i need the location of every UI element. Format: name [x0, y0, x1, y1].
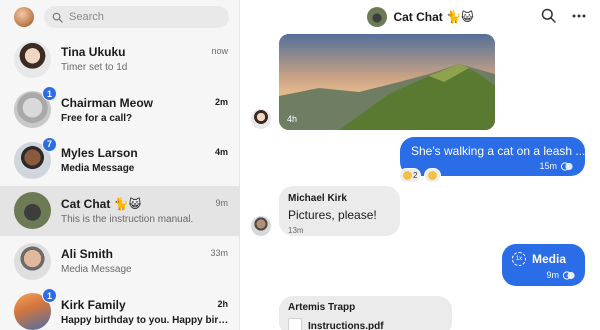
unread-badge: 7: [42, 136, 57, 152]
read-receipt-icon: [561, 161, 573, 171]
photo-message[interactable]: 4h: [279, 34, 495, 130]
message-text: Media: [532, 252, 567, 266]
my-avatar[interactable]: [14, 7, 34, 27]
conversation-time: 2m: [214, 96, 228, 107]
conversation-snippet: Media Message: [61, 163, 135, 175]
conversation-item[interactable]: 7 Myles Larson Media Message 4m: [0, 135, 240, 186]
chat-avatar: [367, 7, 388, 27]
conversation-list: Tina Ukuku Timer set to 1d now 1 Chairma…: [0, 34, 240, 330]
conversation-name: Myles Larson: [61, 146, 138, 161]
conversation-time: 4m: [214, 147, 228, 157]
avatar: [14, 192, 51, 230]
search-icon[interactable]: [541, 8, 556, 23]
incoming-message[interactable]: Michael Kirk Pictures, please! 13m: [279, 186, 400, 236]
landscape-image: [279, 34, 495, 130]
message-text: She's walking a cat on a leash ...: [411, 144, 586, 158]
search-box[interactable]: [44, 6, 229, 28]
file-attachment[interactable]: Instructions.pdf: [288, 318, 443, 330]
conversation-snippet: Media Message: [61, 264, 132, 276]
file-icon: [288, 318, 302, 330]
conversation-snippet: Happy birthday to you. Happy birthday to…: [61, 314, 230, 326]
conversation-item[interactable]: 1 Kirk Family Happy birthday to you. Hap…: [0, 287, 240, 330]
reaction-pill[interactable]: [424, 168, 442, 183]
conversation-time: 2h: [217, 298, 228, 309]
message-time: 4h: [287, 114, 298, 124]
chat-panel: Cat Chat 🐈😺 4h She's walking a cat on a …: [241, 0, 600, 330]
conversation-time: 9m: [215, 197, 228, 208]
avatar: 7: [14, 136, 57, 179]
message-meta: 9m: [546, 270, 575, 280]
incoming-file-message[interactable]: Artemis Trapp Instructions.pdf: [279, 296, 452, 330]
message-author: Artemis Trapp: [288, 302, 356, 313]
emoji-laugh-icon: [403, 171, 412, 180]
header-actions: [541, 8, 586, 23]
sender-avatar: [251, 109, 271, 129]
more-icon[interactable]: [572, 14, 586, 18]
conversation-snippet: Timer set to 1d: [61, 62, 128, 74]
avatar: 1: [14, 86, 57, 129]
conversation-time: 33m: [210, 248, 228, 258]
chat-title-group[interactable]: Cat Chat 🐈😺: [367, 7, 474, 27]
avatar: [14, 242, 51, 280]
conversation-item-active[interactable]: Cat Chat 🐈😺 This is the instruction manu…: [0, 185, 240, 236]
conversation-sidebar: Tina Ukuku Timer set to 1d now 1 Chairma…: [0, 0, 240, 330]
reaction-count: 2: [413, 171, 418, 180]
reactions[interactable]: 2: [399, 168, 442, 183]
conversation-item[interactable]: Tina Ukuku Timer set to 1d now: [0, 34, 240, 85]
conversation-name: Tina Ukuku: [61, 45, 126, 60]
conversation-snippet: This is the instruction manual.: [61, 213, 194, 225]
message-time: 15m: [539, 161, 557, 171]
conversation-name: Chairman Meow: [61, 95, 154, 110]
conversation-name: Kirk Family: [61, 297, 126, 312]
playback-speed-badge[interactable]: 1x: [512, 252, 526, 266]
message-meta: 15m: [539, 161, 573, 171]
message-text: Pictures, please!: [288, 208, 377, 222]
file-name: Instructions.pdf: [308, 320, 384, 330]
chat-title: Cat Chat 🐈😺: [393, 10, 474, 24]
search-icon: [52, 12, 63, 23]
conversation-item[interactable]: Ali Smith Media Message 33m: [0, 236, 240, 287]
unread-badge: 1: [42, 288, 57, 304]
outgoing-media-message[interactable]: 1x Media 9m: [502, 244, 585, 286]
reaction-pill[interactable]: 2: [399, 168, 422, 183]
read-receipt-icon: [563, 270, 575, 280]
message-author: Michael Kirk: [288, 193, 347, 204]
avatar: 1: [14, 288, 57, 330]
conversation-time: now: [211, 46, 228, 56]
message-time: 13m: [288, 226, 304, 235]
conversation-name: Cat Chat 🐈😺: [61, 196, 142, 211]
sidebar-header: [0, 0, 239, 34]
emoji-wow-icon: [428, 171, 438, 180]
conversation-item[interactable]: 1 Chairman Meow Free for a call? 2m: [0, 85, 240, 136]
message-time: 9m: [546, 270, 559, 280]
unread-badge: 1: [42, 86, 57, 102]
conversation-name: Ali Smith: [61, 247, 114, 262]
chat-header: Cat Chat 🐈😺: [241, 0, 600, 34]
search-input[interactable]: [69, 11, 219, 23]
conversation-snippet: Free for a call?: [61, 112, 133, 124]
sender-avatar: [251, 216, 271, 236]
avatar: [14, 40, 51, 78]
